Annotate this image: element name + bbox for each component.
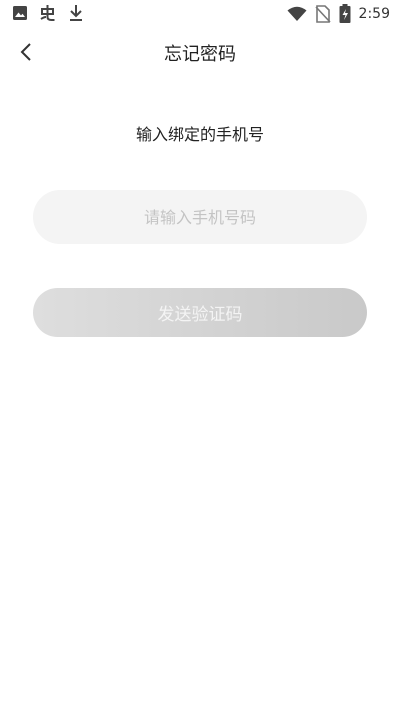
nav-bar: 忘记密码 bbox=[0, 30, 400, 74]
status-bar: 2:59 bbox=[0, 0, 400, 28]
instruction-text: 输入绑定的手机号 bbox=[135, 125, 264, 144]
no-sim-icon bbox=[314, 4, 331, 23]
wifi-icon bbox=[287, 6, 307, 22]
notification-app-icon bbox=[38, 4, 58, 22]
status-bar-notifications bbox=[12, 4, 84, 22]
image-icon bbox=[12, 5, 28, 21]
battery-charging-icon bbox=[339, 4, 351, 23]
send-verification-code-button[interactable]: 发送验证码 bbox=[33, 288, 367, 337]
download-icon bbox=[68, 4, 84, 22]
phone-number-input[interactable] bbox=[33, 190, 367, 244]
status-bar-system: 2:59 bbox=[287, 4, 390, 23]
status-time: 2:59 bbox=[358, 5, 390, 22]
page-title: 忘记密码 bbox=[164, 44, 236, 65]
